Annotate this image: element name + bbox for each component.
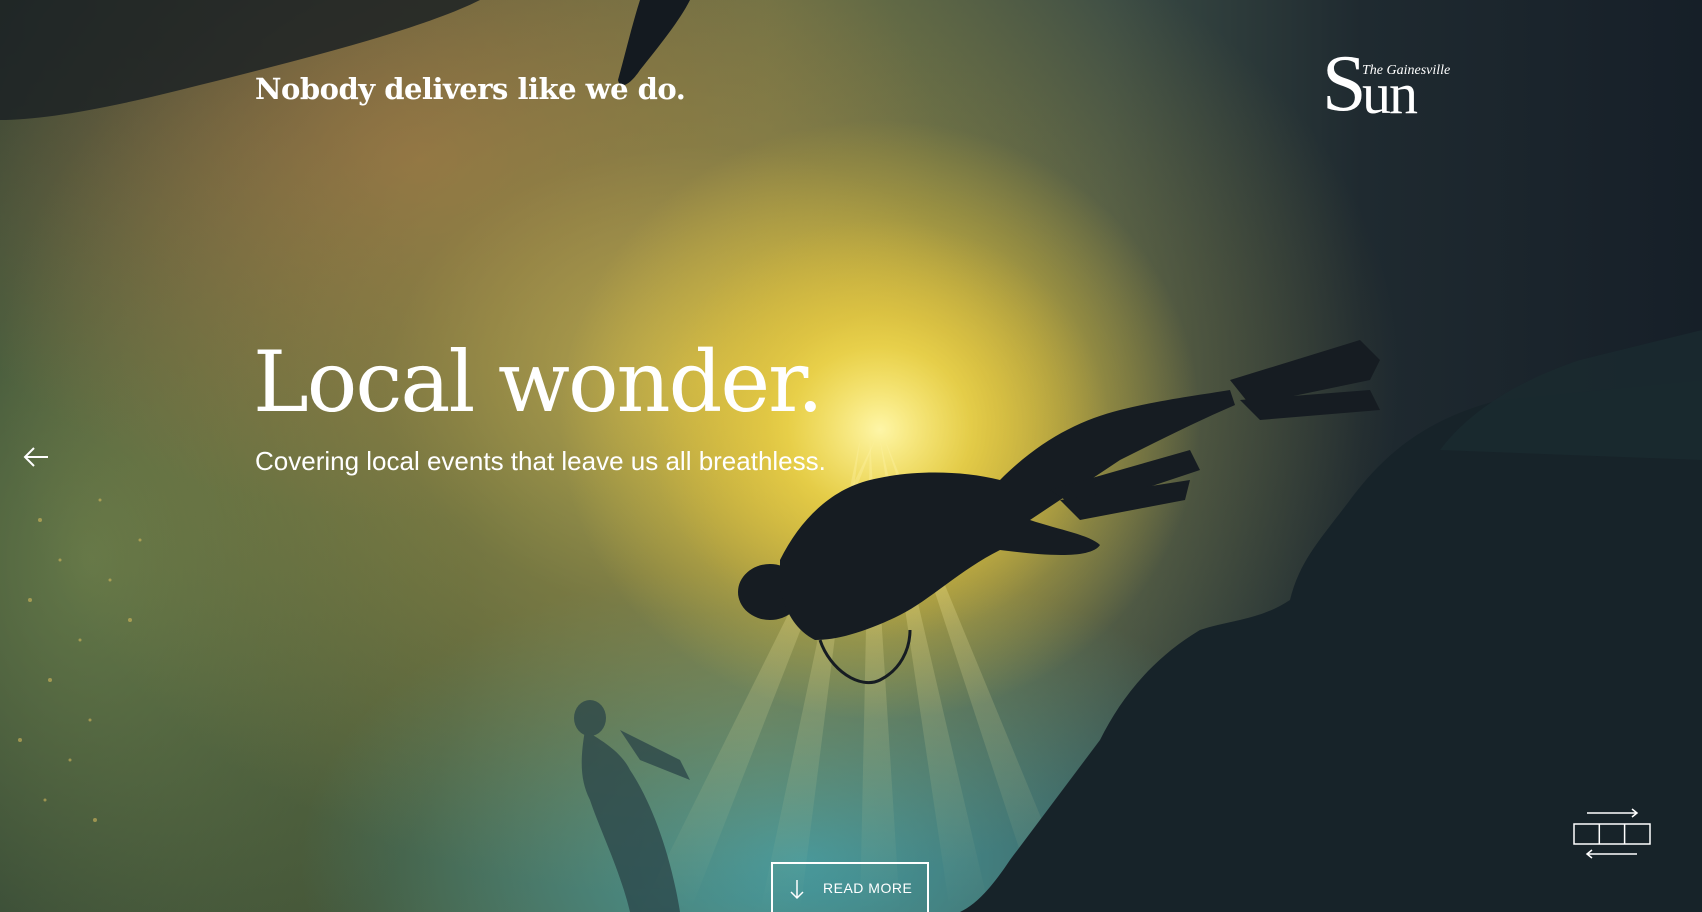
hero-headline: Local wonder. [253,333,824,431]
read-more-button[interactable]: READ MORE [771,862,929,912]
arrow-down-icon [790,880,804,900]
site-tagline: Nobody delivers like we do. [255,72,686,106]
slider-toggle-icon[interactable] [1572,808,1652,860]
gainesville-sun-logo[interactable]: S The Gainesville un [1322,44,1450,130]
hero-subheadline: Covering local events that leave us all … [255,446,826,476]
read-more-label: READ MORE [823,880,913,896]
hero-section: Nobody delivers like we do. S The Gaines… [0,0,1702,912]
arrow-left-icon[interactable] [22,443,50,471]
